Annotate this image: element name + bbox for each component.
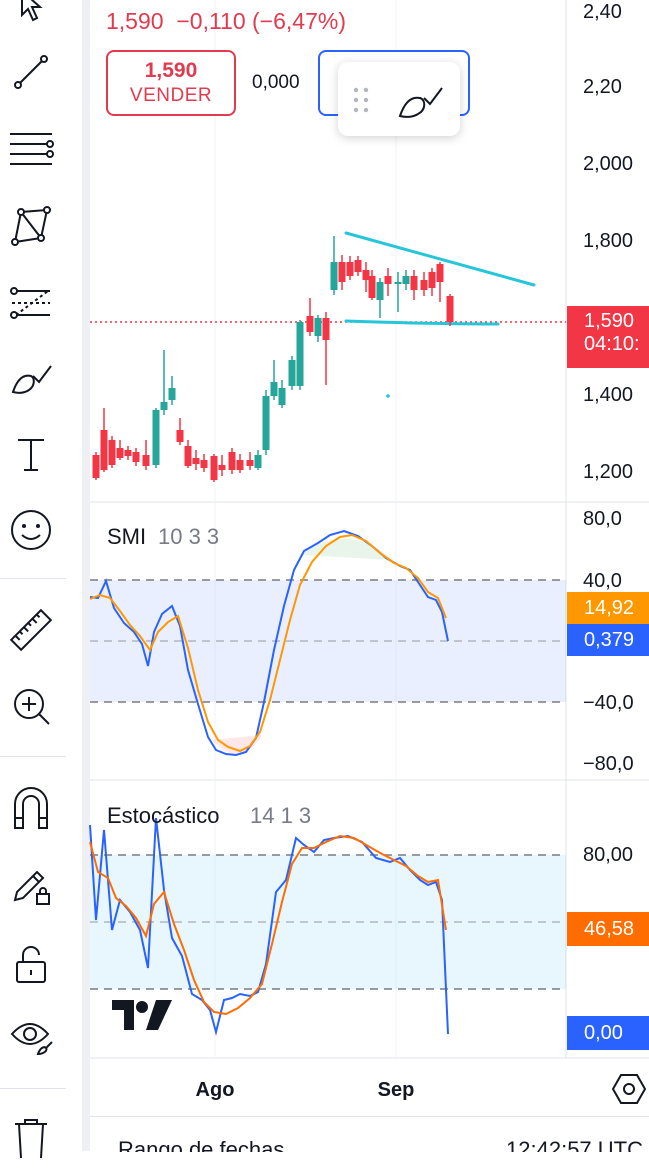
candle-body [368,276,376,298]
time-tick-ago: Ago [196,1079,235,1101]
tradingview-logo [112,1000,172,1030]
candle-body [376,282,384,300]
last-price-tag: 1,590 04:10: [567,306,649,368]
drag-handle-icon[interactable] [352,86,370,114]
price-tick: 1,400 [583,384,633,406]
candle-body [322,318,330,340]
candle-body [288,360,296,386]
candle-body [278,388,286,405]
candle-body [192,458,200,464]
candle-body [160,402,168,410]
candle-body [394,282,402,284]
candle-body [296,322,304,386]
spread-value: 0,000 [252,72,300,93]
candle-body [142,455,150,466]
smi-tick-neg80: −80,0 [583,753,634,775]
stochastic-tick-80: 80,00 [583,844,633,866]
smi-params: 10 3 3 [158,524,219,549]
candle-body [124,450,132,456]
last-price-tag-value: 1,590 [584,310,635,332]
candle-body [270,382,278,396]
candle-body [354,260,362,272]
candle-body [314,318,322,336]
candle-body [246,460,254,466]
price-tick: 1,800 [583,230,633,252]
date-range-button[interactable]: Rango de fechas [118,1137,284,1152]
candle-body [210,456,218,480]
candle-body [428,272,436,288]
candle-body [306,316,314,332]
candle-body [362,270,370,280]
sell-price: 1,590 [144,59,198,82]
settings-hex-icon[interactable] [612,1072,646,1106]
price-tick: 2,40 [583,1,622,23]
candle-body [116,448,124,458]
candle-body [100,430,108,470]
brush-icon[interactable] [396,78,446,122]
candle-body [346,262,354,276]
drawing-dot [386,394,390,398]
candle-body [184,446,192,466]
smi-tick-80: 80,0 [583,508,622,530]
quote-summary: 1,590 −0,110 (−6,47%) [106,8,346,35]
price-change-pct: (−6,47%) [252,8,346,34]
candle-body [330,262,338,290]
candlestick-series [92,236,454,482]
smi-value-tag: 0,379 [567,624,649,656]
candle-body [436,264,444,282]
utc-clock[interactable]: 12:42:57 UTC [506,1137,643,1152]
candle-body [152,410,160,465]
candle-body [410,276,418,290]
last-price: 1,590 [106,8,164,34]
candle-body [338,262,346,282]
sell-button[interactable]: 1,590 VENDER [106,50,236,116]
candle-body [236,460,244,470]
stochastic-title: Estocástico [107,803,220,828]
candle-body [218,465,226,470]
candle-body [132,452,140,462]
candle-body [420,280,428,290]
bottom-bar: Rango de fechas 12:42:57 UTC [90,1116,649,1152]
candle-body [168,388,176,400]
candle-body [228,452,236,470]
floating-drawing-toolbar[interactable] [338,62,460,136]
candle-body [176,430,184,442]
price-change: −0,110 [176,8,246,34]
price-tick: 1,200 [583,461,633,483]
candle-body [384,276,392,284]
smi-tick-40: 40,0 [583,570,622,592]
candle-body [108,440,116,465]
candle-body [446,296,454,322]
candle-body [262,396,270,450]
chart-area[interactable]: SMI 10 3 3 80,0 40,0 −40,0 −80,0 Estocás… [0,0,649,1151]
smi-tick-neg40: −40,0 [583,692,634,714]
candle-body [200,460,208,468]
time-tick-sep: Sep [378,1079,415,1101]
smi-signal-value-tag: 14,92 [567,592,649,624]
stochastic-k-value-tag: 0,00 [567,1016,649,1050]
bar-countdown: 04:10: [584,333,640,355]
smi-title: SMI [107,524,146,549]
stochastic-d-value-tag: 46,58 [567,912,649,946]
price-tick: 2,000 [583,153,633,175]
candle-body [402,276,410,284]
sell-label: VENDER [129,85,213,106]
candle-body [92,455,100,478]
price-tick: 2,20 [583,76,622,98]
candle-body [254,455,262,468]
stochastic-params: 14 1 3 [250,803,311,828]
